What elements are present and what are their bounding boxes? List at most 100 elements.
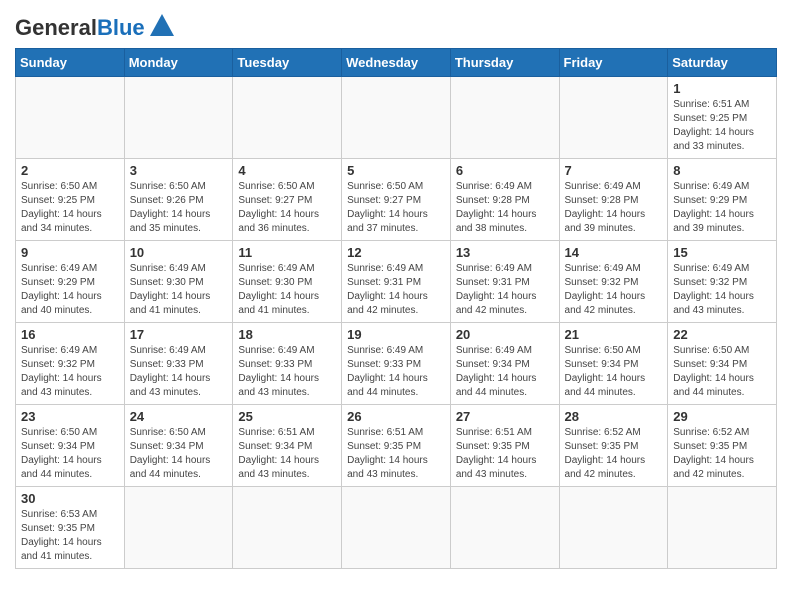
calendar-cell: 8 Sunrise: 6:49 AM Sunset: 9:29 PM Daylig… <box>668 159 777 241</box>
week-row-2: 2 Sunrise: 6:50 AM Sunset: 9:25 PM Daylig… <box>16 159 777 241</box>
day-number: 17 <box>130 327 228 342</box>
day-info: Sunrise: 6:51 AM Sunset: 9:35 PM Dayligh… <box>456 426 554 482</box>
calendar-cell <box>233 487 342 569</box>
calendar-cell <box>342 77 451 159</box>
day-info: Sunrise: 6:49 AM Sunset: 9:30 PM Dayligh… <box>238 262 336 318</box>
calendar-cell: 17 Sunrise: 6:49 AM Sunset: 9:33 PM Dayli… <box>124 323 233 405</box>
day-number: 8 <box>673 163 771 178</box>
day-number: 11 <box>238 245 336 260</box>
week-row-6: 30 Sunrise: 6:53 AM Sunset: 9:35 PM Dayli… <box>16 487 777 569</box>
day-number: 25 <box>238 409 336 424</box>
col-header-friday: Friday <box>559 49 668 77</box>
day-info: Sunrise: 6:53 AM Sunset: 9:35 PM Dayligh… <box>21 508 119 564</box>
day-number: 16 <box>21 327 119 342</box>
logo-text: General <box>15 15 97 40</box>
day-info: Sunrise: 6:49 AM Sunset: 9:33 PM Dayligh… <box>130 344 228 400</box>
calendar-cell: 1 Sunrise: 6:51 AM Sunset: 9:25 PM Daylig… <box>668 77 777 159</box>
day-number: 22 <box>673 327 771 342</box>
day-number: 2 <box>21 163 119 178</box>
logo-blue-text: Blue <box>97 15 145 40</box>
logo-icon <box>148 12 176 40</box>
day-info: Sunrise: 6:50 AM Sunset: 9:27 PM Dayligh… <box>238 180 336 236</box>
col-header-wednesday: Wednesday <box>342 49 451 77</box>
calendar-cell <box>450 487 559 569</box>
day-info: Sunrise: 6:50 AM Sunset: 9:34 PM Dayligh… <box>21 426 119 482</box>
calendar-cell <box>668 487 777 569</box>
day-info: Sunrise: 6:50 AM Sunset: 9:34 PM Dayligh… <box>673 344 771 400</box>
calendar-cell <box>450 77 559 159</box>
calendar-cell: 25 Sunrise: 6:51 AM Sunset: 9:34 PM Dayli… <box>233 405 342 487</box>
calendar-cell: 16 Sunrise: 6:49 AM Sunset: 9:32 PM Dayli… <box>16 323 125 405</box>
day-info: Sunrise: 6:49 AM Sunset: 9:33 PM Dayligh… <box>238 344 336 400</box>
calendar-cell: 21Sunrise: 6:50 AM Sunset: 9:34 PM Dayli… <box>559 323 668 405</box>
day-info: Sunrise: 6:49 AM Sunset: 9:28 PM Dayligh… <box>456 180 554 236</box>
day-number: 20 <box>456 327 554 342</box>
day-info: Sunrise: 6:52 AM Sunset: 9:35 PM Dayligh… <box>673 426 771 482</box>
calendar-cell <box>559 77 668 159</box>
calendar-cell: 18 Sunrise: 6:49 AM Sunset: 9:33 PM Dayli… <box>233 323 342 405</box>
day-info: Sunrise: 6:50 AM Sunset: 9:25 PM Dayligh… <box>21 180 119 236</box>
day-number: 14 <box>565 245 663 260</box>
calendar-cell: 20 Sunrise: 6:49 AM Sunset: 9:34 PM Dayli… <box>450 323 559 405</box>
day-number: 18 <box>238 327 336 342</box>
day-number: 12 <box>347 245 445 260</box>
calendar-cell <box>342 487 451 569</box>
col-header-monday: Monday <box>124 49 233 77</box>
day-number: 27 <box>456 409 554 424</box>
week-row-5: 23 Sunrise: 6:50 AM Sunset: 9:34 PM Dayli… <box>16 405 777 487</box>
calendar-cell: 23 Sunrise: 6:50 AM Sunset: 9:34 PM Dayli… <box>16 405 125 487</box>
day-info: Sunrise: 6:52 AM Sunset: 9:35 PM Dayligh… <box>565 426 663 482</box>
calendar-cell: 13Sunrise: 6:49 AM Sunset: 9:31 PM Dayli… <box>450 241 559 323</box>
calendar-cell: 7Sunrise: 6:49 AM Sunset: 9:28 PM Daylig… <box>559 159 668 241</box>
day-number: 30 <box>21 491 119 506</box>
day-info: Sunrise: 6:50 AM Sunset: 9:34 PM Dayligh… <box>130 426 228 482</box>
day-number: 28 <box>565 409 663 424</box>
calendar-cell: 19Sunrise: 6:49 AM Sunset: 9:33 PM Dayli… <box>342 323 451 405</box>
calendar-cell: 15 Sunrise: 6:49 AM Sunset: 9:32 PM Dayli… <box>668 241 777 323</box>
col-header-saturday: Saturday <box>668 49 777 77</box>
day-number: 15 <box>673 245 771 260</box>
calendar-cell: 14Sunrise: 6:49 AM Sunset: 9:32 PM Dayli… <box>559 241 668 323</box>
calendar-cell: 26Sunrise: 6:51 AM Sunset: 9:35 PM Dayli… <box>342 405 451 487</box>
calendar-cell: 9 Sunrise: 6:49 AM Sunset: 9:29 PM Daylig… <box>16 241 125 323</box>
calendar-cell: 11 Sunrise: 6:49 AM Sunset: 9:30 PM Dayli… <box>233 241 342 323</box>
calendar-cell: 12 Sunrise: 6:49 AM Sunset: 9:31 PM Dayli… <box>342 241 451 323</box>
calendar-cell <box>16 77 125 159</box>
day-info: Sunrise: 6:51 AM Sunset: 9:34 PM Dayligh… <box>238 426 336 482</box>
day-number: 21 <box>565 327 663 342</box>
week-row-4: 16 Sunrise: 6:49 AM Sunset: 9:32 PM Dayli… <box>16 323 777 405</box>
calendar-cell: 2 Sunrise: 6:50 AM Sunset: 9:25 PM Daylig… <box>16 159 125 241</box>
calendar-cell <box>124 487 233 569</box>
day-info: Sunrise: 6:49 AM Sunset: 9:31 PM Dayligh… <box>456 262 554 318</box>
day-number: 23 <box>21 409 119 424</box>
week-row-3: 9 Sunrise: 6:49 AM Sunset: 9:29 PM Daylig… <box>16 241 777 323</box>
day-number: 7 <box>565 163 663 178</box>
day-info: Sunrise: 6:49 AM Sunset: 9:32 PM Dayligh… <box>673 262 771 318</box>
day-info: Sunrise: 6:49 AM Sunset: 9:32 PM Dayligh… <box>21 344 119 400</box>
calendar-cell: 29Sunrise: 6:52 AM Sunset: 9:35 PM Dayli… <box>668 405 777 487</box>
day-number: 6 <box>456 163 554 178</box>
day-info: Sunrise: 6:49 AM Sunset: 9:34 PM Dayligh… <box>456 344 554 400</box>
day-info: Sunrise: 6:49 AM Sunset: 9:31 PM Dayligh… <box>347 262 445 318</box>
calendar-cell: 28 Sunrise: 6:52 AM Sunset: 9:35 PM Dayli… <box>559 405 668 487</box>
calendar: SundayMondayTuesdayWednesdayThursdayFrid… <box>15 48 777 569</box>
calendar-cell: 5Sunrise: 6:50 AM Sunset: 9:27 PM Daylig… <box>342 159 451 241</box>
col-header-thursday: Thursday <box>450 49 559 77</box>
calendar-cell: 24 Sunrise: 6:50 AM Sunset: 9:34 PM Dayli… <box>124 405 233 487</box>
calendar-cell: 4 Sunrise: 6:50 AM Sunset: 9:27 PM Daylig… <box>233 159 342 241</box>
day-number: 9 <box>21 245 119 260</box>
day-info: Sunrise: 6:49 AM Sunset: 9:29 PM Dayligh… <box>673 180 771 236</box>
day-number: 24 <box>130 409 228 424</box>
header: GeneralBlue <box>15 10 777 40</box>
calendar-cell: 6 Sunrise: 6:49 AM Sunset: 9:28 PM Daylig… <box>450 159 559 241</box>
day-info: Sunrise: 6:51 AM Sunset: 9:25 PM Dayligh… <box>673 98 771 154</box>
day-number: 4 <box>238 163 336 178</box>
day-number: 1 <box>673 81 771 96</box>
day-number: 3 <box>130 163 228 178</box>
col-header-sunday: Sunday <box>16 49 125 77</box>
day-number: 26 <box>347 409 445 424</box>
day-info: Sunrise: 6:49 AM Sunset: 9:29 PM Dayligh… <box>21 262 119 318</box>
calendar-cell: 3Sunrise: 6:50 AM Sunset: 9:26 PM Daylig… <box>124 159 233 241</box>
day-number: 19 <box>347 327 445 342</box>
day-info: Sunrise: 6:50 AM Sunset: 9:27 PM Dayligh… <box>347 180 445 236</box>
